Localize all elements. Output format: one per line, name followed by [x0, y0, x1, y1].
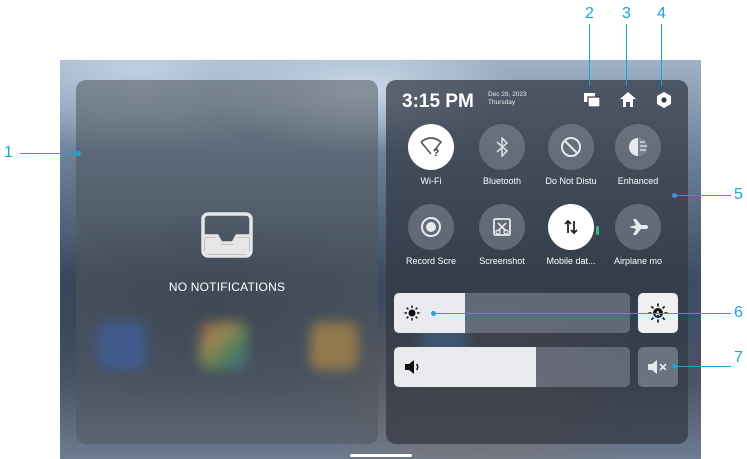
date-text: Dec 28, 2023 [488, 91, 527, 98]
tile-label: Wi-Fi [420, 176, 442, 186]
quick-settings-panel: 3:15 PM Dec 28, 2023 Thursday ? Wi-Fi Bl… [386, 80, 688, 444]
empty-tray-icon [201, 210, 253, 263]
clock-date: Dec 28, 2023 Thursday [488, 91, 527, 107]
callout-line-5 [677, 195, 731, 196]
tile-enhanced[interactable]: Enhanced [603, 124, 673, 186]
tablet-screen: NO NOTIFICATIONS 3:15 PM Dec 28, 2023 Th… [60, 60, 701, 459]
callout-number-3: 3 [622, 5, 631, 22]
callout-line-3 [626, 24, 627, 86]
callout-line-6 [436, 313, 731, 314]
clock-time: 3:15 PM [402, 91, 474, 112]
screenshot-icon[interactable] [479, 204, 525, 250]
brightness-icon [404, 305, 420, 326]
callout-line-2 [589, 24, 590, 86]
callout-line-7 [677, 366, 731, 367]
tile-do-not-disturb[interactable]: Do Not Distu [536, 124, 606, 186]
tile-record-screen[interactable]: Record Scre [396, 204, 466, 266]
callout-line-4 [661, 24, 662, 86]
callout-number-1: 1 [4, 144, 13, 161]
no-notifications-text: NO NOTIFICATIONS [168, 280, 286, 294]
multi-window-icon[interactable] [584, 93, 601, 112]
volume-icon [404, 359, 422, 380]
mute-icon[interactable] [647, 359, 669, 375]
do-not-disturb-icon[interactable] [548, 124, 594, 170]
tile-label: Record Scre [405, 256, 457, 266]
home-icon[interactable] [620, 92, 636, 112]
weekday-text: Thursday [488, 99, 516, 106]
tile-label: Screenshot [479, 256, 525, 266]
tile-mobile-data[interactable]: Mobile dat... [536, 204, 606, 266]
callout-number-7: 7 [734, 349, 743, 366]
home-indicator-bar[interactable] [350, 454, 412, 457]
tile-label: Do Not Distu [545, 176, 597, 186]
callout-dot-1 [76, 151, 81, 156]
tile-wifi[interactable]: ? Wi-Fi [396, 124, 466, 186]
enhanced-icon[interactable] [615, 124, 661, 170]
callout-number-5: 5 [734, 186, 743, 203]
tile-label: Airplane mo [613, 256, 663, 266]
callout-number-2: 2 [585, 5, 594, 22]
tile-label: Bluetooth [482, 176, 522, 186]
tile-airplane-mode[interactable]: Airplane mo [603, 204, 673, 266]
tile-screenshot[interactable]: Screenshot [467, 204, 537, 266]
volume-slider[interactable] [394, 347, 630, 387]
mobile-data-icon[interactable] [548, 204, 594, 250]
tile-bluetooth[interactable]: Bluetooth [467, 124, 537, 186]
settings-icon[interactable] [656, 92, 672, 113]
svg-text:?: ? [433, 148, 439, 157]
notifications-panel: NO NOTIFICATIONS [76, 80, 378, 444]
callout-number-4: 4 [657, 5, 666, 22]
record-screen-icon[interactable] [408, 204, 454, 250]
callout-number-6: 6 [734, 304, 743, 321]
wifi-unknown-icon[interactable]: ? [408, 124, 454, 170]
tile-label: Enhanced [617, 176, 659, 186]
airplane-icon[interactable] [615, 204, 661, 250]
tile-label: Mobile dat... [546, 256, 596, 266]
callout-line-1 [20, 153, 78, 154]
bluetooth-icon[interactable] [479, 124, 525, 170]
mobile-data-signal-icon [596, 226, 599, 235]
